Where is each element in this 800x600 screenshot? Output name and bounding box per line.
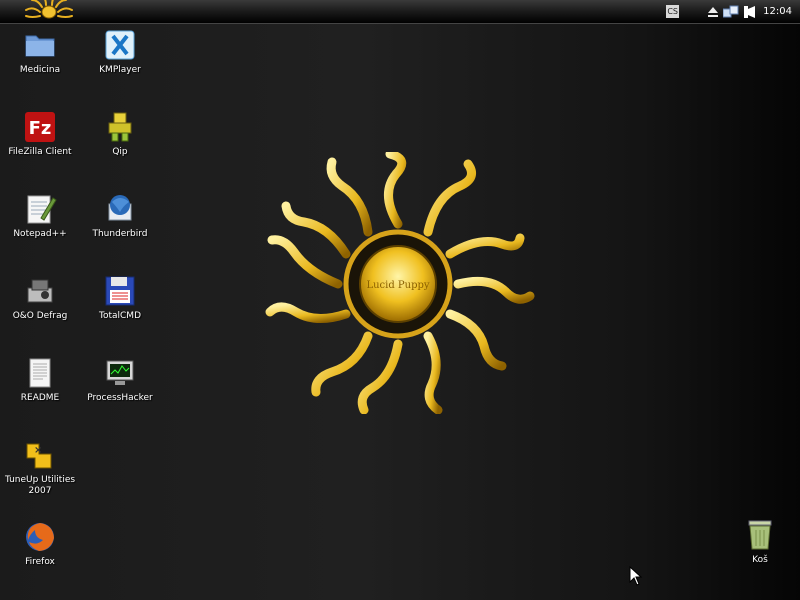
sun-logo-icon — [25, 0, 73, 19]
desktop-icon-readme[interactable]: README — [0, 356, 80, 404]
desktop-icon-totalcmd[interactable]: TotalCMD — [80, 274, 160, 322]
desktop-icon-thunderbird[interactable]: Thunderbird — [80, 192, 160, 240]
clock[interactable]: 12:04 — [763, 6, 792, 17]
filezilla-icon: Fz — [25, 112, 55, 142]
desktop-icon-processhacker[interactable]: ProcessHacker — [80, 356, 160, 404]
wallpaper-sun-logo: Lucid Puppy — [258, 149, 538, 415]
desktop-icon-medicina[interactable]: Medicina — [0, 28, 80, 76]
desktop-icon-notepad[interactable]: Notepad++ — [0, 192, 80, 240]
desktop-icon-filezilla[interactable]: Fz FileZilla Client — [0, 110, 80, 158]
firefox-icon — [26, 523, 54, 551]
defrag-icon — [27, 279, 53, 303]
desktop-icon-qip[interactable]: Qip — [80, 110, 160, 158]
floppy-icon — [105, 276, 135, 306]
language-indicator[interactable]: CS — [666, 5, 680, 18]
volume-icon[interactable] — [743, 5, 757, 19]
desktop-icon-firefox[interactable]: Firefox — [0, 520, 80, 568]
svg-text:×: × — [34, 445, 42, 456]
recycle-bin-icon — [748, 520, 772, 550]
thunderbird-icon — [108, 195, 132, 221]
desktop-icon-recycle-bin[interactable]: Koš — [720, 518, 800, 566]
system-tray: CS 12:04 — [666, 0, 800, 23]
desktop-icon-kmplayer[interactable]: KMPlayer — [80, 28, 160, 76]
monitor-icon — [106, 360, 134, 385]
desktop-icon-oo-defrag[interactable]: O&O Defrag — [0, 274, 80, 322]
taskbar: CS 12:04 — [0, 0, 800, 24]
notepad-icon — [27, 195, 57, 224]
start-menu-button[interactable] — [18, 0, 80, 22]
network-icon[interactable] — [723, 5, 739, 19]
tuneup-icon: × — [26, 443, 52, 469]
folder-icon — [25, 35, 55, 57]
eject-icon[interactable] — [707, 6, 719, 18]
qip-icon — [108, 112, 132, 142]
svg-text:Fz: Fz — [29, 118, 52, 139]
desktop-icon-tuneup[interactable]: × TuneUp Utilities 2007 — [0, 438, 80, 497]
wallpaper-logo-text: Lucid Puppy — [366, 280, 429, 291]
kmplayer-icon — [105, 30, 135, 60]
mouse-cursor-icon — [629, 566, 643, 586]
document-icon — [29, 358, 51, 388]
